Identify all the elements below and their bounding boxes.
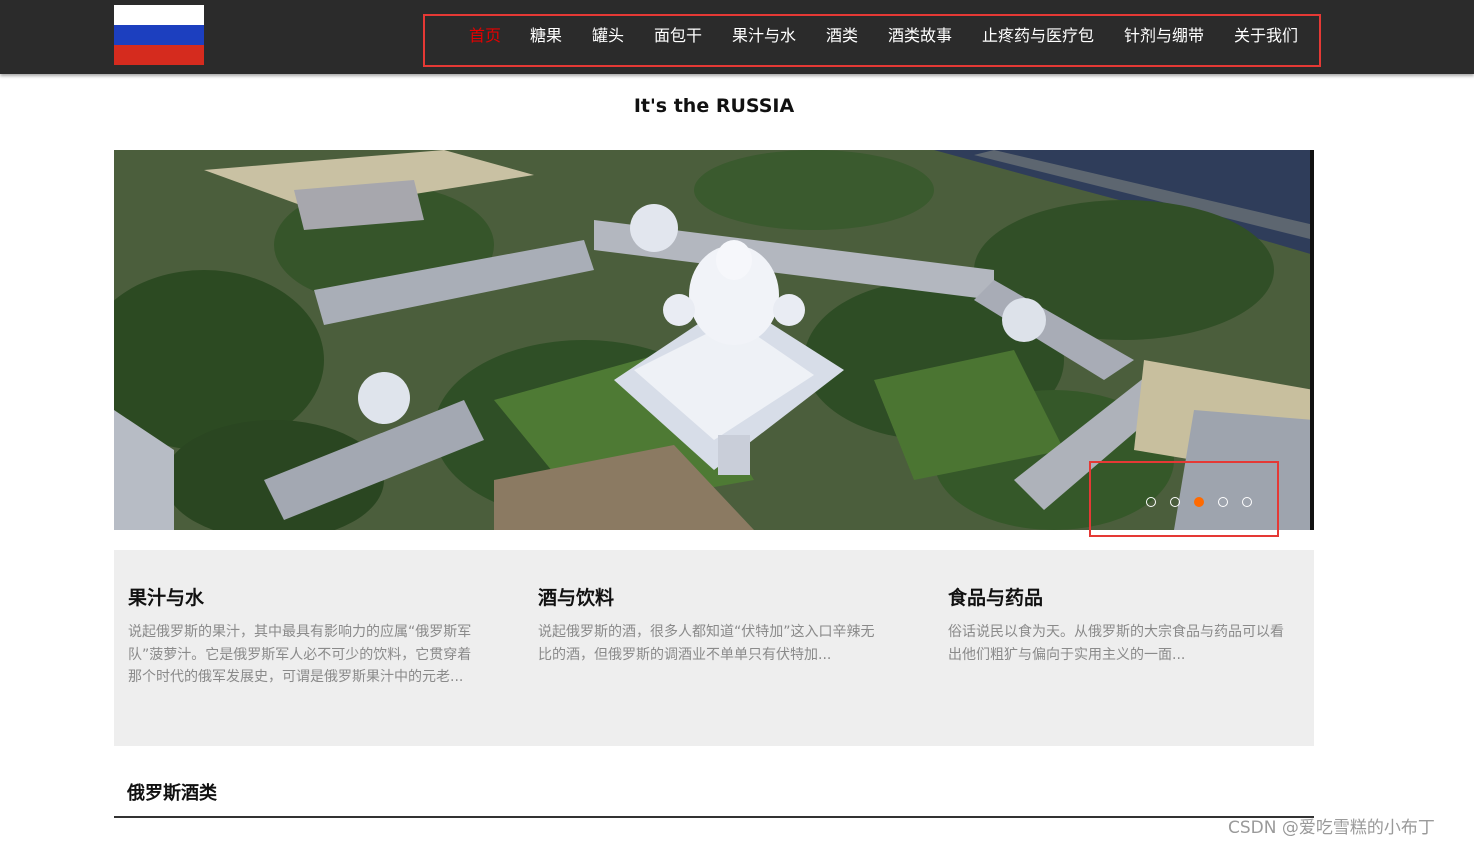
carousel-dots-highlight-box (1089, 461, 1279, 537)
top-navbar: 首页 糖果 罐头 面包干 果汁与水 酒类 酒类故事 止疼药与医疗包 针剂与绷带 … (0, 0, 1474, 74)
section-divider (114, 816, 1314, 818)
feature-card-text: 说起俄罗斯的酒，很多人都知道“伏特加”这入口辛辣无比的酒，但俄罗斯的调酒业不单单… (538, 624, 875, 663)
feature-card-liquor-drinks[interactable]: 酒与饮料 说起俄罗斯的酒，很多人都知道“伏特加”这入口辛辣无比的酒，但俄罗斯的调… (538, 585, 883, 666)
page-headline: It's the RUSSIA (633, 95, 795, 117)
feature-card-text: 说起俄罗斯的果汁，其中最具有影响力的应属“俄罗斯军队”菠萝汁。它是俄罗斯军人必不… (128, 624, 472, 685)
feature-card-food-medicine[interactable]: 食品与药品 俗话说民以食为天。从俄罗斯的大宗食品与药品可以看出他们粗犷与偏向于实… (948, 585, 1293, 666)
section-title: 俄罗斯酒类 (127, 783, 217, 804)
russian-flag-logo[interactable] (114, 5, 204, 65)
csdn-watermark: CSDN @爱吃雪糕的小布丁 (1228, 818, 1435, 838)
feature-card-title: 果汁与水 (128, 587, 205, 609)
feature-card-text: 俗话说民以食为天。从俄罗斯的大宗食品与药品可以看出他们粗犷与偏向于实用主义的一面… (948, 624, 1284, 663)
feature-cards: 果汁与水 说起俄罗斯的果汁，其中最具有影响力的应属“俄罗斯军队”菠萝汁。它是俄罗… (114, 550, 1314, 746)
nav-highlight-box (423, 14, 1321, 67)
feature-card-title: 酒与饮料 (538, 587, 615, 609)
feature-card-juice-water[interactable]: 果汁与水 说起俄罗斯的果汁，其中最具有影响力的应属“俄罗斯军队”菠萝汁。它是俄罗… (128, 585, 473, 689)
feature-card-title: 食品与药品 (948, 587, 1044, 609)
